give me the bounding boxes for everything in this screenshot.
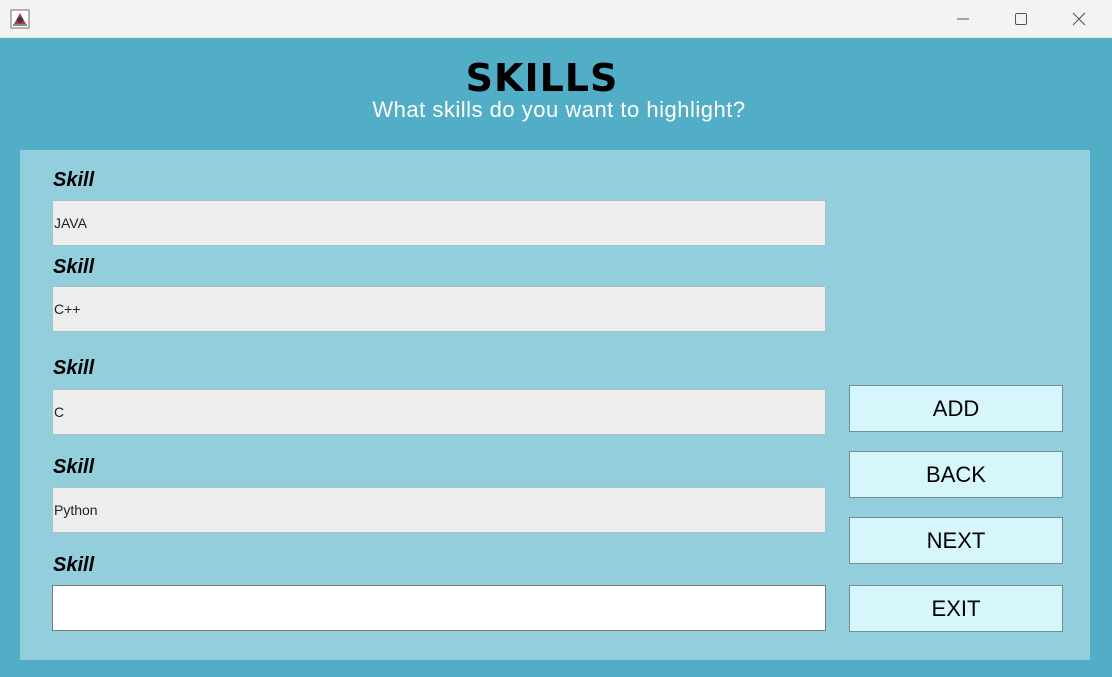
skill-field-5[interactable] xyxy=(52,585,826,631)
exit-button[interactable]: EXIT xyxy=(849,585,1063,632)
skill-label-4: Skill xyxy=(53,456,95,478)
add-button[interactable]: ADD xyxy=(849,385,1063,432)
skill-label-3: Skill xyxy=(53,357,95,379)
page-subtitle: What skills do you want to highlight? xyxy=(372,97,746,122)
skill-field-2[interactable]: C++ xyxy=(52,286,826,332)
maximize-icon xyxy=(1015,13,1027,25)
next-button[interactable]: NEXT xyxy=(849,517,1063,564)
title-bar xyxy=(0,0,1112,38)
close-button[interactable] xyxy=(1050,0,1108,38)
skill-label-1: Skill xyxy=(53,169,95,191)
minimize-icon xyxy=(957,13,969,25)
skill-label-2: Skill xyxy=(53,256,95,278)
skill-field-3[interactable]: C xyxy=(52,389,826,435)
skill-label-5: Skill xyxy=(53,554,95,576)
maximize-button[interactable] xyxy=(992,0,1050,38)
close-icon xyxy=(1072,12,1086,26)
java-app-icon[interactable] xyxy=(10,9,30,29)
minimize-button[interactable] xyxy=(934,0,992,38)
back-button[interactable]: BACK xyxy=(849,451,1063,498)
skill-field-1[interactable]: JAVA xyxy=(52,200,826,246)
page-title: SKILLS xyxy=(465,56,619,100)
skills-panel: Skill JAVA Skill C++ Skill C Skill Pytho… xyxy=(20,150,1090,660)
header: SKILLS What skills do you want to highli… xyxy=(0,38,1112,150)
skill-field-4[interactable]: Python xyxy=(52,487,826,533)
